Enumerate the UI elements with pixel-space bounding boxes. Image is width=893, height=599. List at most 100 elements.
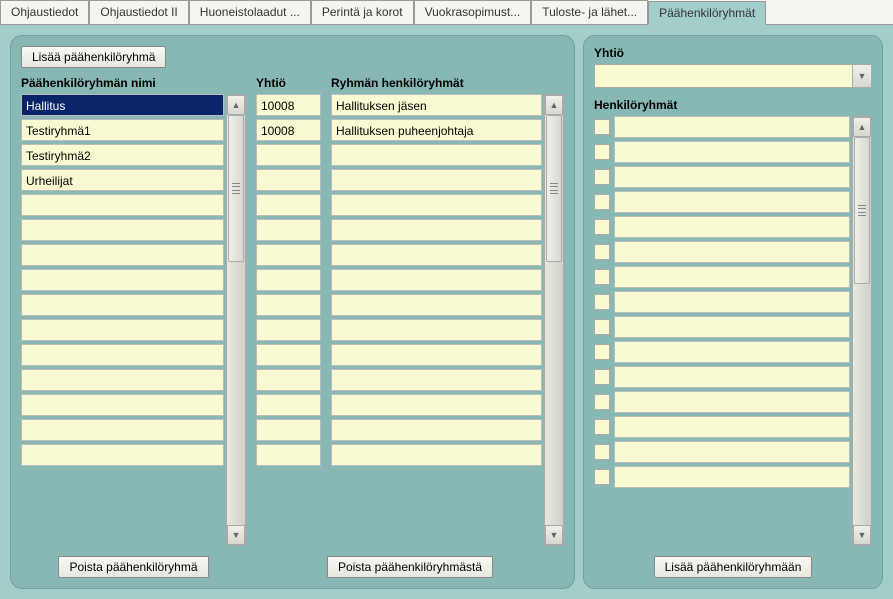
company-select[interactable]: ▼	[594, 64, 872, 88]
person-group-cell[interactable]	[614, 316, 850, 338]
tab-1[interactable]: Ohjaustiedot II	[89, 0, 188, 24]
group-cell[interactable]	[331, 369, 542, 391]
person-group-cell[interactable]	[614, 366, 850, 388]
group-cell[interactable]: Hallituksen puheenjohtaja	[331, 119, 542, 141]
person-group-cell[interactable]	[614, 241, 850, 263]
name-row[interactable]	[21, 194, 224, 216]
company-cell[interactable]	[256, 344, 321, 366]
company-cell[interactable]	[256, 444, 321, 466]
person-group-checkbox[interactable]	[594, 269, 610, 285]
person-group-cell[interactable]	[614, 141, 850, 163]
person-group-checkbox[interactable]	[594, 219, 610, 235]
person-group-cell[interactable]	[614, 391, 850, 413]
person-group-checkbox[interactable]	[594, 369, 610, 385]
scroll-down-icon[interactable]: ▼	[227, 525, 245, 545]
name-row[interactable]	[21, 419, 224, 441]
company-cell[interactable]	[256, 219, 321, 241]
person-group-checkbox[interactable]	[594, 394, 610, 410]
person-group-cell[interactable]	[614, 441, 850, 463]
name-row[interactable]: Hallitus	[21, 94, 224, 116]
company-cell[interactable]	[256, 369, 321, 391]
names-scrollbar[interactable]: ▲ ▼	[226, 94, 246, 546]
group-cell[interactable]	[331, 394, 542, 416]
person-group-checkbox[interactable]	[594, 144, 610, 160]
company-cell[interactable]	[256, 244, 321, 266]
person-group-checkbox[interactable]	[594, 194, 610, 210]
person-group-checkbox[interactable]	[594, 319, 610, 335]
company-cell[interactable]	[256, 269, 321, 291]
person-group-cell[interactable]	[614, 466, 850, 488]
company-cell[interactable]	[256, 169, 321, 191]
group-cell[interactable]	[331, 169, 542, 191]
name-row[interactable]	[21, 444, 224, 466]
name-row[interactable]: Testiryhmä1	[21, 119, 224, 141]
name-row[interactable]	[21, 219, 224, 241]
name-row[interactable]	[21, 244, 224, 266]
person-group-cell[interactable]	[614, 341, 850, 363]
tab-0[interactable]: Ohjaustiedot	[0, 0, 89, 24]
company-cell[interactable]	[256, 319, 321, 341]
person-group-checkbox[interactable]	[594, 294, 610, 310]
details-scrollbar[interactable]: ▲ ▼	[544, 94, 564, 546]
company-cell[interactable]	[256, 144, 321, 166]
person-group-checkbox[interactable]	[594, 244, 610, 260]
scroll-thumb[interactable]	[228, 115, 244, 262]
name-row[interactable]: Urheilijat	[21, 169, 224, 191]
person-group-checkbox[interactable]	[594, 119, 610, 135]
company-cell[interactable]	[256, 419, 321, 441]
add-main-group-button[interactable]: Lisää päähenkilöryhmä	[21, 46, 166, 68]
group-cell[interactable]	[331, 319, 542, 341]
person-group-cell[interactable]	[614, 266, 850, 288]
group-cell[interactable]	[331, 269, 542, 291]
scroll-thumb[interactable]	[546, 115, 562, 262]
name-row[interactable]	[21, 319, 224, 341]
company-cell[interactable]	[256, 294, 321, 316]
company-cell[interactable]: 10008	[256, 119, 321, 141]
name-row[interactable]	[21, 394, 224, 416]
person-group-checkbox[interactable]	[594, 344, 610, 360]
person-group-cell[interactable]	[614, 416, 850, 438]
remove-from-main-group-button[interactable]: Poista päähenkilöryhmästä	[327, 556, 493, 578]
person-group-cell[interactable]	[614, 116, 850, 138]
name-row[interactable]	[21, 369, 224, 391]
tab-5[interactable]: Tuloste- ja lähet...	[531, 0, 648, 24]
person-group-checkbox[interactable]	[594, 169, 610, 185]
group-cell[interactable]	[331, 294, 542, 316]
tab-4[interactable]: Vuokrasopimust...	[414, 0, 532, 24]
company-cell[interactable]	[256, 194, 321, 216]
dropdown-icon[interactable]: ▼	[852, 65, 871, 87]
person-group-checkbox[interactable]	[594, 444, 610, 460]
scroll-thumb[interactable]	[854, 137, 870, 284]
name-row[interactable]	[21, 294, 224, 316]
scroll-down-icon[interactable]: ▼	[545, 525, 563, 545]
scroll-up-icon[interactable]: ▲	[227, 95, 245, 115]
person-group-cell[interactable]	[614, 191, 850, 213]
tab-6[interactable]: Päähenkilöryhmät	[648, 1, 766, 25]
person-group-cell[interactable]	[614, 166, 850, 188]
scroll-up-icon[interactable]: ▲	[853, 117, 871, 137]
name-row[interactable]	[21, 269, 224, 291]
name-row[interactable]: Testiryhmä2	[21, 144, 224, 166]
group-cell[interactable]	[331, 444, 542, 466]
person-group-cell[interactable]	[614, 291, 850, 313]
group-cell[interactable]	[331, 219, 542, 241]
person-group-cell[interactable]	[614, 216, 850, 238]
scroll-up-icon[interactable]: ▲	[545, 95, 563, 115]
company-cell[interactable]: 10008	[256, 94, 321, 116]
company-cell[interactable]	[256, 394, 321, 416]
name-row[interactable]	[21, 344, 224, 366]
group-cell[interactable]	[331, 419, 542, 441]
scroll-down-icon[interactable]: ▼	[853, 525, 871, 545]
group-cell[interactable]	[331, 194, 542, 216]
add-to-main-group-button[interactable]: Lisää päähenkilöryhmään	[654, 556, 813, 578]
person-groups-scrollbar[interactable]: ▲ ▼	[852, 116, 872, 546]
group-cell[interactable]: Hallituksen jäsen	[331, 94, 542, 116]
group-cell[interactable]	[331, 344, 542, 366]
tab-3[interactable]: Perintä ja korot	[311, 0, 414, 24]
tab-2[interactable]: Huoneistolaadut ...	[189, 0, 311, 24]
group-cell[interactable]	[331, 244, 542, 266]
person-group-checkbox[interactable]	[594, 419, 610, 435]
person-group-checkbox[interactable]	[594, 469, 610, 485]
remove-main-group-button[interactable]: Poista päähenkilöryhmä	[58, 556, 208, 578]
group-cell[interactable]	[331, 144, 542, 166]
